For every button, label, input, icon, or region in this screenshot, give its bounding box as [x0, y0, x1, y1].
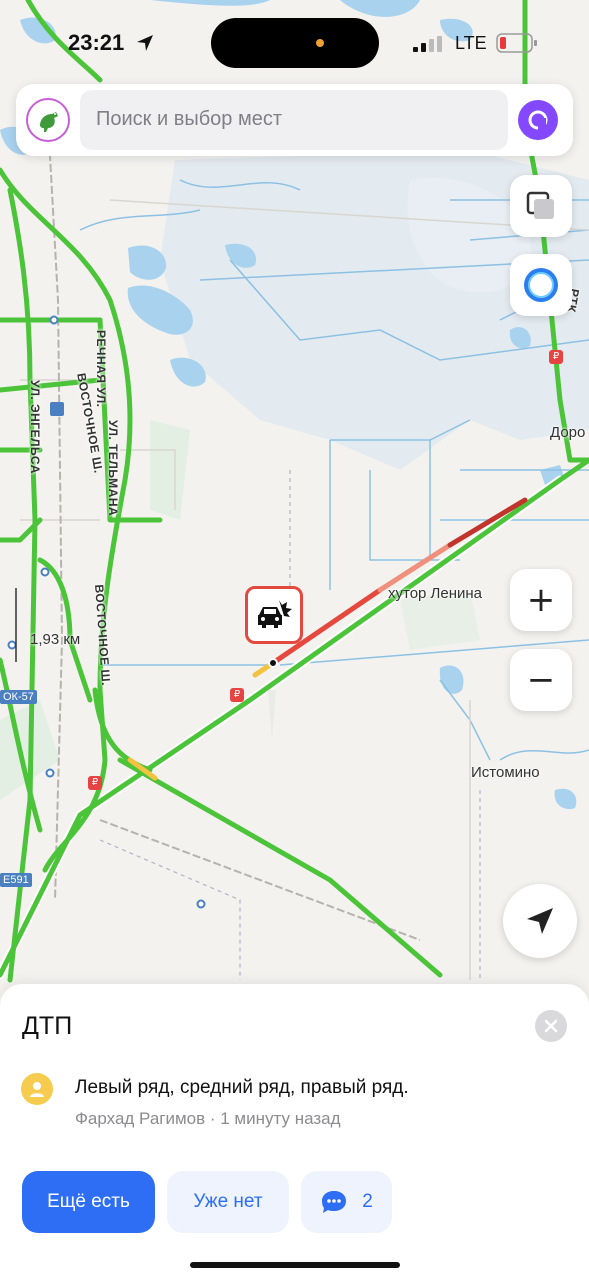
- street-label-engelsa: УЛ. ЭНГЕЛЬСА: [28, 380, 42, 474]
- alice-orb-icon: [524, 268, 558, 302]
- incident-comment: Левый ряд, средний ряд, правый ряд.: [75, 1077, 409, 1098]
- scale-label: 1,93 км: [30, 631, 81, 648]
- location-arrow-icon: [137, 35, 153, 51]
- still-there-button[interactable]: Ещё есть: [22, 1171, 155, 1233]
- alice-button[interactable]: [518, 100, 558, 140]
- mic-indicator-icon: [316, 39, 324, 47]
- my-location-button[interactable]: [503, 884, 577, 958]
- street-label-rechnaya: РЕЧНАЯ УЛ.: [94, 330, 108, 408]
- layers-icon: [526, 191, 554, 219]
- network-type: LTE: [455, 33, 487, 53]
- car-crash-icon: [258, 600, 292, 628]
- chat-icon: [322, 1191, 347, 1213]
- plus-icon: +: [526, 580, 556, 620]
- dino-avatar-icon: [40, 112, 58, 132]
- battery-icon: [496, 33, 537, 53]
- close-icon: [544, 1019, 558, 1033]
- incident-sheet: ДТП Левый ряд, средний ряд, правый ряд. …: [0, 984, 589, 1280]
- zoom-out-button[interactable]: −: [510, 649, 572, 711]
- status-time: 23:21: [68, 30, 125, 55]
- alice-icon: [528, 110, 548, 130]
- signal-icon: [413, 36, 442, 52]
- incident-meta: Фархад Рагимов · 1 минуту назад: [75, 1109, 341, 1128]
- minus-icon: −: [526, 660, 556, 700]
- profile-button[interactable]: [26, 98, 70, 142]
- gas-station-icon[interactable]: ₽: [549, 350, 563, 364]
- status-bar: 23:21 LTE: [0, 0, 589, 80]
- map-label-doro: Доро: [550, 424, 586, 441]
- user-avatar: [21, 1073, 53, 1105]
- gas-station-icon[interactable]: ₽: [230, 688, 244, 702]
- search-placeholder: Поиск и выбор мест: [96, 108, 282, 130]
- road-badge-ok57: ОК-57: [0, 690, 37, 704]
- incident-marker[interactable]: [245, 586, 303, 644]
- comments-button[interactable]: 2: [301, 1171, 392, 1233]
- road-badge-e591: Е591: [0, 873, 32, 887]
- home-indicator[interactable]: [190, 1262, 400, 1268]
- map-label-hutor-lenina: хутор Ленина: [388, 585, 483, 602]
- alice-map-button[interactable]: [510, 254, 572, 316]
- user-icon: [30, 1082, 44, 1097]
- layers-button[interactable]: [510, 175, 572, 237]
- gone-button[interactable]: Уже нет: [167, 1171, 289, 1233]
- search-bar: Поиск и выбор мест: [16, 84, 573, 156]
- search-input[interactable]: Поиск и выбор мест: [80, 90, 508, 150]
- zoom-in-button[interactable]: +: [510, 569, 572, 631]
- navigation-arrow-icon: [527, 908, 553, 934]
- street-label-telmana: УЛ. ТЕЛЬМАНА: [106, 420, 120, 517]
- comments-count: 2: [362, 1191, 373, 1212]
- incident-title: ДТП: [22, 1012, 73, 1040]
- gas-station-icon[interactable]: ₽: [88, 776, 102, 790]
- dynamic-island: [211, 18, 379, 68]
- close-button[interactable]: [535, 1010, 567, 1042]
- map-label-istomino: Истомино: [471, 764, 540, 781]
